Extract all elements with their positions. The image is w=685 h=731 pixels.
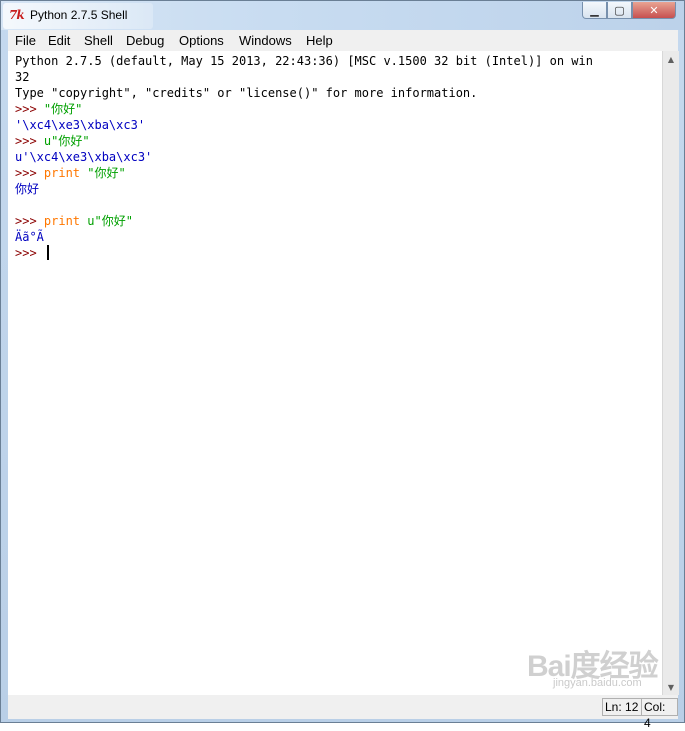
shell-line: >>> print u"你好" [15, 213, 133, 229]
menu-bar: File Edit Shell Debug Options Windows He… [8, 30, 678, 52]
shell-text-segment: >>> [15, 214, 44, 228]
shell-line: Type "copyright", "credits" or "license(… [15, 85, 477, 101]
shell-line: >>> print "你好" [15, 165, 126, 181]
shell-text-segment: >>> [15, 246, 44, 260]
shell-text-segment: u'\xc4\xe3\xba\xc3' [15, 150, 153, 164]
scroll-down-arrow-icon[interactable]: ▼ [663, 679, 679, 695]
menu-file[interactable]: File [15, 33, 36, 48]
shell-text-segment: "你好" [80, 166, 126, 180]
shell-text-segment: >>> [15, 166, 44, 180]
shell-line: '\xc4\xe3\xba\xc3' [15, 117, 145, 133]
shell-line: 32 [15, 69, 29, 85]
menu-help[interactable]: Help [306, 33, 333, 48]
menu-debug[interactable]: Debug [126, 33, 164, 48]
status-col: Col: 4 [641, 698, 678, 730]
maximize-icon: ▢ [614, 3, 625, 17]
shell-line: 你好 [15, 181, 39, 197]
text-cursor [46, 245, 49, 260]
status-bar: Ln: 12 Col: 4 [8, 695, 678, 730]
shell-text-segment: u"你好" [43, 134, 90, 148]
shell-text-segment: Type "copyright", "credits" or "license(… [15, 86, 478, 100]
shell-text-segment: >>> [15, 134, 44, 148]
scroll-up-arrow-icon[interactable]: ▲ [663, 51, 679, 67]
shell-text-segment: print [43, 214, 81, 228]
shell-text-segment: print [43, 166, 81, 180]
shell-text-segment: >>> [15, 102, 44, 116]
shell-line: >>> u"你好" [15, 133, 90, 149]
shell-line: Äã°Ã [15, 229, 44, 245]
window-title: Python 2.7.5 Shell [30, 8, 128, 22]
shell-text-segment: 你好 [15, 182, 40, 196]
shell-line: Python 2.7.5 (default, May 15 2013, 22:4… [15, 53, 593, 69]
shell-text-segment: Python 2.7.5 (default, May 15 2013, 22:4… [15, 54, 593, 68]
status-line: Ln: 12 [602, 698, 642, 716]
shell-text-segment: u"你好" [80, 214, 133, 228]
tk-feather-icon[interactable]: 7k [9, 8, 25, 22]
watermark-url: jingyan.baidu.com [553, 677, 642, 689]
close-icon: ✕ [649, 3, 659, 17]
shell-line: >>> [15, 245, 49, 261]
idle-shell-window: 7k Python 2.7.5 Shell ▁ ▢ ✕ File Edit Sh… [0, 0, 685, 730]
title-bar[interactable]: 7k Python 2.7.5 Shell ▁ ▢ ✕ [1, 1, 684, 30]
vertical-scrollbar[interactable]: ▲ ▼ [662, 51, 679, 695]
minimize-button[interactable]: ▁ [582, 2, 607, 19]
menu-edit[interactable]: Edit [48, 33, 70, 48]
window-controls: ▁ ▢ ✕ [582, 2, 676, 20]
shell-line: u'\xc4\xe3\xba\xc3' [15, 149, 152, 165]
shell-text-area[interactable]: Python 2.7.5 (default, May 15 2013, 22:4… [8, 51, 662, 695]
shell-line: >>> "你好" [15, 101, 82, 117]
minimize-icon: ▁ [590, 3, 599, 17]
menu-windows[interactable]: Windows [239, 33, 292, 48]
shell-text-segment: "你好" [43, 102, 83, 116]
shell-text-segment: '\xc4\xe3\xba\xc3' [15, 118, 146, 132]
shell-text-segment: Äã°Ã [15, 230, 44, 244]
menu-shell[interactable]: Shell [84, 33, 113, 48]
menu-options[interactable]: Options [179, 33, 224, 48]
shell-text-segment: 32 [15, 70, 30, 84]
maximize-button[interactable]: ▢ [607, 2, 632, 19]
close-button[interactable]: ✕ [632, 2, 676, 19]
